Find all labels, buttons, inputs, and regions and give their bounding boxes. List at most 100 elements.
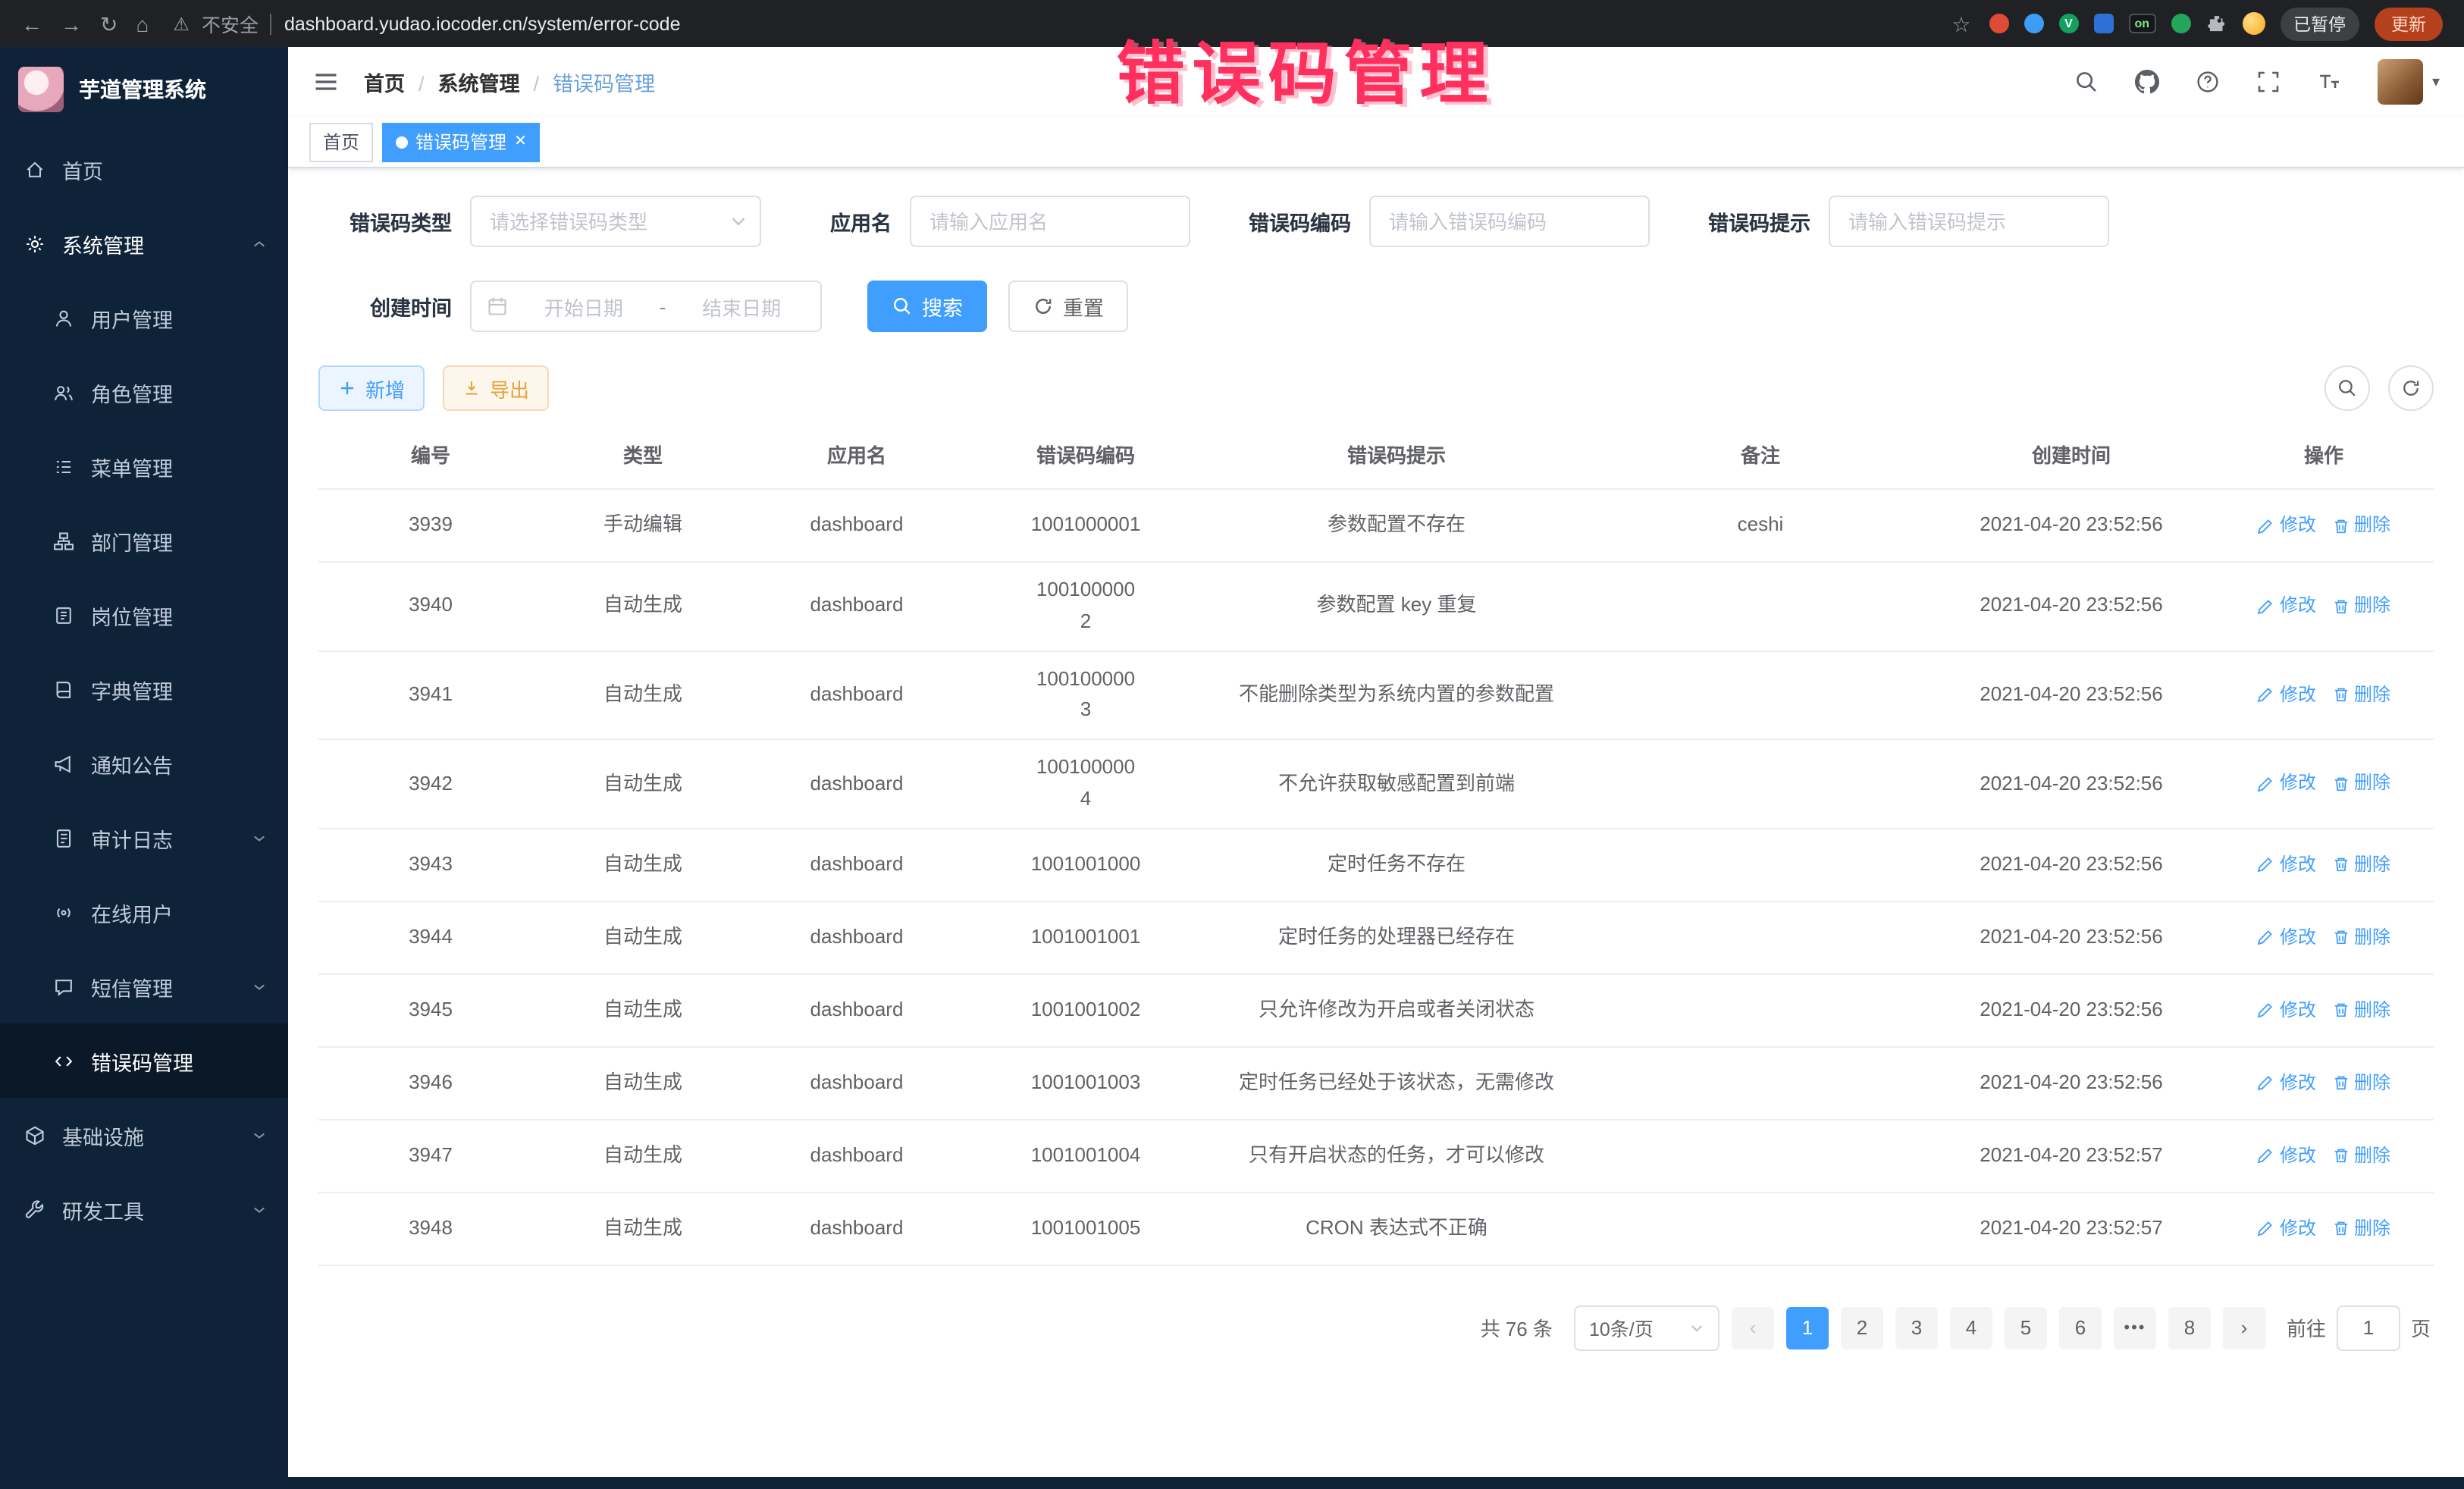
delete-link[interactable]: 删除 <box>2331 1068 2390 1097</box>
extension-grid-icon[interactable] <box>2093 14 2113 33</box>
edit-link[interactable]: 修改 <box>2257 1068 2316 1097</box>
error-code-input[interactable] <box>1369 196 1650 247</box>
page-button-2[interactable]: 2 <box>1841 1307 1883 1350</box>
edit-link[interactable]: 修改 <box>2257 681 2316 710</box>
sidebar-item-users[interactable]: 用户管理 <box>0 281 288 355</box>
delete-link[interactable]: 删除 <box>2331 770 2390 798</box>
github-icon[interactable] <box>2135 70 2159 94</box>
table-row[interactable]: 3947 自动生成 dashboard 1001001004 只有开启状态的任务… <box>318 1121 2434 1193</box>
delete-link[interactable]: 删除 <box>2331 995 2390 1024</box>
error-hint-input[interactable] <box>1829 196 2109 247</box>
sidebar-item-system[interactable]: 系统管理 <box>0 206 288 281</box>
search-button[interactable]: 搜索 <box>867 281 987 332</box>
table-row[interactable]: 3943 自动生成 dashboard 1001001000 定时任务不存在 2… <box>318 829 2434 902</box>
fullscreen-icon[interactable] <box>2256 70 2281 94</box>
add-button[interactable]: 新增 <box>318 365 425 411</box>
extension-on-badge-icon[interactable]: on <box>2128 14 2155 33</box>
goto-page-input[interactable] <box>2337 1306 2400 1351</box>
sidebar-item-sms[interactable]: 短信管理 <box>0 949 288 1023</box>
sidebar-item-infrastructure[interactable]: 基础设施 <box>0 1098 288 1172</box>
sidebar-item-posts[interactable]: 岗位管理 <box>0 578 288 652</box>
edit-link[interactable]: 修改 <box>2257 1141 2316 1170</box>
error-type-input[interactable] <box>470 196 761 247</box>
next-page-button[interactable]: › <box>2223 1307 2265 1350</box>
date-range-picker[interactable]: 开始日期 - 结束日期 <box>470 281 822 332</box>
edit-link[interactable]: 修改 <box>2257 591 2316 620</box>
help-icon[interactable] <box>2196 70 2220 94</box>
export-button[interactable]: 导出 <box>443 365 549 411</box>
toggle-search-icon[interactable] <box>2324 365 2370 411</box>
reload-icon[interactable]: ↻ <box>100 13 118 34</box>
extension-red-icon[interactable] <box>1989 14 2008 33</box>
breadcrumb-home[interactable]: 首页 <box>364 67 405 97</box>
edit-link[interactable]: 修改 <box>2257 850 2316 879</box>
forward-icon[interactable]: → <box>61 13 82 34</box>
edit-link[interactable]: 修改 <box>2257 995 2316 1024</box>
table-row[interactable]: 3944 自动生成 dashboard 1001001001 定时任务的处理器已… <box>318 902 2434 975</box>
table-row[interactable]: 3940 自动生成 dashboard 100100000 2 参数配置 key… <box>318 563 2434 651</box>
page-button-8[interactable]: 8 <box>2168 1307 2211 1350</box>
sidebar-item-announcements[interactable]: 通知公告 <box>0 726 288 801</box>
back-icon[interactable]: ← <box>21 13 42 34</box>
delete-link[interactable]: 删除 <box>2331 511 2390 540</box>
font-size-icon[interactable] <box>2317 70 2341 94</box>
table-row[interactable]: 3942 自动生成 dashboard 100100000 4 不允许获取敏感配… <box>318 740 2434 829</box>
paused-badge[interactable]: 已暂停 <box>2280 7 2359 40</box>
delete-link[interactable]: 删除 <box>2331 1141 2390 1170</box>
delete-link[interactable]: 删除 <box>2331 681 2390 710</box>
page-button-3[interactable]: 3 <box>1895 1307 1938 1350</box>
bookmark-star-icon[interactable]: ☆ <box>1951 13 1970 34</box>
table-row[interactable]: 3939 手动编辑 dashboard 1001000001 参数配置不存在 c… <box>318 490 2434 563</box>
page-size-select[interactable]: 10条/页 <box>1574 1306 1719 1351</box>
sidebar-item-menus[interactable]: 菜单管理 <box>0 429 288 503</box>
update-button[interactable]: 更新 <box>2375 7 2443 40</box>
header-search-icon[interactable] <box>2074 70 2099 94</box>
breadcrumb-section[interactable]: 系统管理 <box>405 67 520 97</box>
sidebar-item-online-users[interactable]: 在线用户 <box>0 875 288 949</box>
app-name-input[interactable] <box>910 196 1190 247</box>
sidebar-item-dev-tools[interactable]: 研发工具 <box>0 1172 288 1246</box>
extension-blue-icon[interactable] <box>2024 14 2043 33</box>
reset-button[interactable]: 重置 <box>1008 281 1128 332</box>
edit-link[interactable]: 修改 <box>2257 770 2316 798</box>
extension-verified-icon[interactable]: V <box>2058 14 2078 33</box>
sidebar-item-home[interactable]: 首页 <box>0 132 288 206</box>
start-date-placeholder[interactable]: 开始日期 <box>520 292 647 321</box>
delete-link[interactable]: 删除 <box>2331 923 2390 951</box>
edit-link[interactable]: 修改 <box>2257 1214 2316 1243</box>
sidebar-item-error-code[interactable]: 错误码管理 <box>0 1023 288 1098</box>
delete-link[interactable]: 删除 <box>2331 850 2390 879</box>
end-date-placeholder[interactable]: 结束日期 <box>678 292 805 321</box>
sidebar-item-dictionary[interactable]: 字典管理 <box>0 652 288 726</box>
user-menu[interactable]: ▾ <box>2378 59 2440 105</box>
table-row[interactable]: 3945 自动生成 dashboard 1001001002 只允许修改为开启或… <box>318 975 2434 1048</box>
browser-home-icon[interactable]: ⌂ <box>136 13 149 34</box>
error-type-select[interactable] <box>470 196 761 247</box>
refresh-table-icon[interactable] <box>2388 365 2434 411</box>
tag-close-icon[interactable]: ✕ <box>514 134 527 149</box>
sidebar-item-audit-log[interactable]: 审计日志 <box>0 801 288 875</box>
page-button-1[interactable]: 1 <box>1786 1307 1829 1350</box>
more-pages-button[interactable]: ••• <box>2114 1307 2156 1350</box>
sidebar-item-departments[interactable]: 部门管理 <box>0 503 288 578</box>
logo[interactable]: 芋道管理系统 <box>0 47 288 132</box>
edit-link[interactable]: 修改 <box>2257 511 2316 540</box>
page-button-4[interactable]: 4 <box>1950 1307 1992 1350</box>
table-row[interactable]: 3946 自动生成 dashboard 1001001003 定时任务已经处于该… <box>318 1048 2434 1121</box>
table-row[interactable]: 3948 自动生成 dashboard 1001001005 CRON 表达式不… <box>318 1193 2434 1266</box>
prev-page-button[interactable]: ‹ <box>1732 1307 1774 1350</box>
extensions-puzzle-icon[interactable] <box>2205 13 2227 34</box>
profile-emoji-icon[interactable] <box>2242 12 2265 35</box>
sidebar-item-roles[interactable]: 角色管理 <box>0 355 288 429</box>
url-bar[interactable]: ⚠ 不安全 dashboard.yudao.iocoder.cn/system/… <box>173 9 1933 38</box>
hamburger-icon[interactable] <box>312 68 340 96</box>
delete-link[interactable]: 删除 <box>2331 591 2390 620</box>
extension-green-icon[interactable] <box>2171 14 2190 33</box>
page-button-5[interactable]: 5 <box>2005 1307 2047 1350</box>
tag-home[interactable]: 首页 <box>309 122 373 161</box>
table-row[interactable]: 3941 自动生成 dashboard 100100000 3 不能删除类型为系… <box>318 651 2434 740</box>
edit-link[interactable]: 修改 <box>2257 923 2316 951</box>
delete-link[interactable]: 删除 <box>2331 1214 2390 1243</box>
tag-error-code[interactable]: 错误码管理 ✕ <box>382 122 541 161</box>
page-button-6[interactable]: 6 <box>2059 1307 2102 1350</box>
